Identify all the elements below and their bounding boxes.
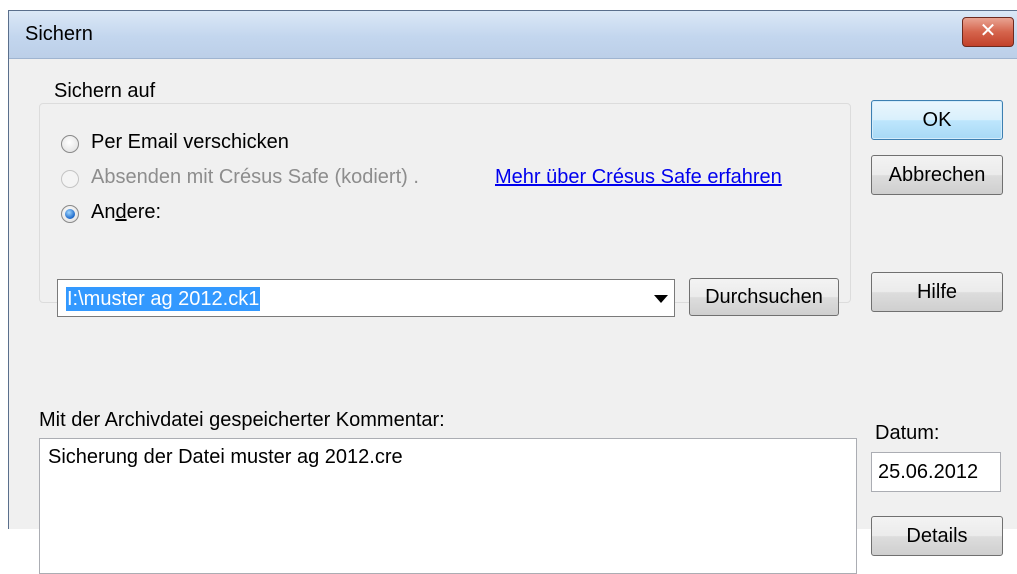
radio-cresus-safe-label: Absenden mit Crésus Safe (kodiert) . [91, 166, 419, 188]
groupbox-label: Sichern auf [49, 80, 161, 103]
cancel-button[interactable]: Abbrechen [871, 155, 1003, 195]
radio-other-label[interactable]: Andere: [91, 201, 161, 224]
comment-label: Mit der Archivdatei gespeicherter Kommen… [39, 409, 445, 431]
dialog-content: Sichern auf Per Email verschicken Absend… [9, 60, 1017, 574]
path-value[interactable]: I:\muster ag 2012.ck1 [66, 287, 261, 311]
radio-other[interactable] [61, 205, 79, 223]
dropdown-arrow-icon[interactable] [654, 295, 668, 303]
radio-cresus-safe [61, 170, 79, 188]
ok-button[interactable]: OK [871, 100, 1003, 140]
date-field[interactable]: 25.06.2012 [871, 452, 1001, 492]
radio-other-label-prefix: An [91, 201, 116, 223]
title-bar[interactable]: Sichern ✕ [9, 11, 1017, 59]
date-label: Datum: [875, 422, 940, 444]
help-button[interactable]: Hilfe [871, 272, 1003, 312]
comment-value: Sicherung der Datei muster ag 2012.cre [48, 446, 403, 468]
radio-other-label-suffix: ere: [126, 201, 162, 223]
path-combobox[interactable]: I:\muster ag 2012.ck1 [57, 279, 675, 317]
close-button[interactable]: ✕ [962, 17, 1014, 47]
radio-other-mnemonic: d [115, 201, 127, 223]
close-icon: ✕ [979, 20, 997, 42]
browse-button[interactable]: Durchsuchen [689, 278, 839, 316]
date-value: 25.06.2012 [878, 461, 979, 483]
dialog-title: Sichern [25, 23, 93, 45]
details-button[interactable]: Details [871, 516, 1003, 556]
backup-dialog: Sichern ✕ Sichern auf Per Email verschic… [8, 10, 1017, 574]
cresus-safe-info-link[interactable]: Mehr über Crésus Safe erfahren [495, 166, 782, 189]
comment-textarea[interactable]: Sicherung der Datei muster ag 2012.cre [39, 438, 857, 574]
radio-email[interactable] [61, 135, 79, 153]
radio-email-label[interactable]: Per Email verschicken [91, 131, 289, 154]
